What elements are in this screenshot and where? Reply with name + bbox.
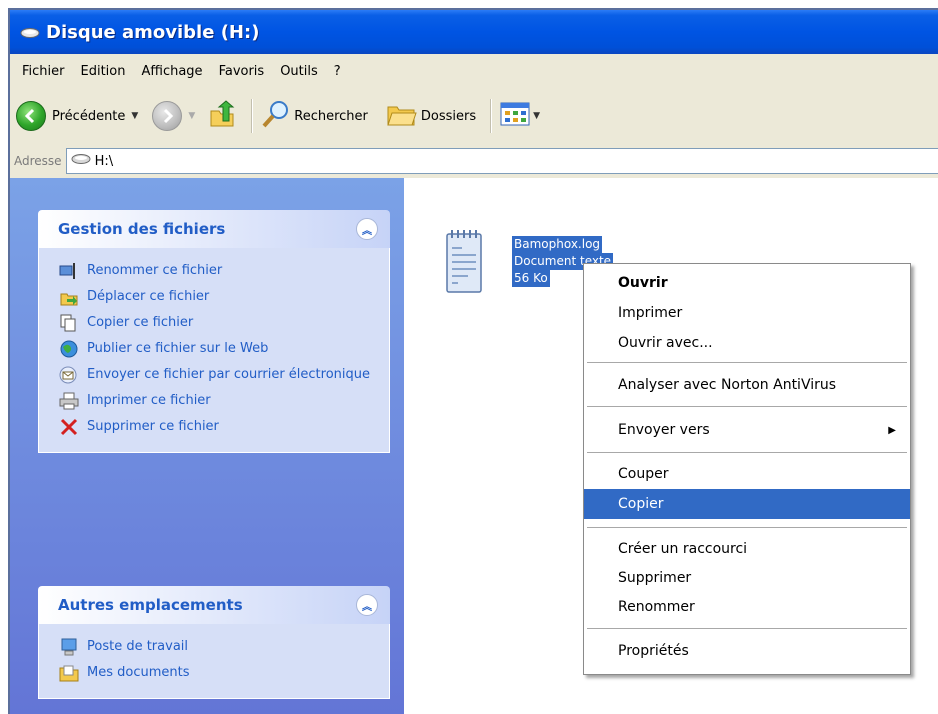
menu-separator xyxy=(587,452,907,453)
menu-norton-scan[interactable]: Analyser avec Norton AntiVirus xyxy=(584,370,910,400)
menu-print[interactable]: Imprimer xyxy=(584,298,910,328)
address-field[interactable]: H:\ xyxy=(65,148,938,174)
menu-separator xyxy=(587,362,907,363)
menu-affichage[interactable]: Affichage xyxy=(133,64,210,79)
toolbar: Précédente ▼ ▼ Rechercher Dossiers ▼ xyxy=(10,88,938,145)
task-move[interactable]: Déplacer ce fichier xyxy=(39,284,389,310)
folders-label: Dossiers xyxy=(420,108,477,124)
submenu-arrow-icon: ▶ xyxy=(888,424,896,436)
file-tasks-title: Gestion des fichiers xyxy=(58,220,226,238)
menu-separator xyxy=(587,406,907,407)
views-button[interactable]: ▼ xyxy=(500,102,540,130)
file-tasks-panel: Gestion des fichiers ︽ Renommer ce fichi… xyxy=(38,210,390,453)
back-dropdown-icon[interactable]: ▼ xyxy=(131,111,138,121)
forward-button[interactable]: ▼ xyxy=(152,101,195,131)
print-icon xyxy=(59,392,79,410)
menu-help[interactable]: ? xyxy=(326,64,349,79)
search-button[interactable]: Rechercher xyxy=(261,99,368,133)
other-places-title: Autres emplacements xyxy=(58,596,243,614)
task-label: Copier ce fichier xyxy=(87,315,194,330)
place-my-documents[interactable]: Mes documents xyxy=(39,660,389,686)
other-places-header[interactable]: Autres emplacements ︽ xyxy=(38,586,390,624)
menu-copy[interactable]: Copier xyxy=(584,489,910,519)
menu-cut[interactable]: Couper xyxy=(584,459,910,489)
menu-delete[interactable]: Supprimer xyxy=(584,563,910,593)
collapse-chevron-icon[interactable]: ︽ xyxy=(356,594,378,616)
window-title: Disque amovible (H:) xyxy=(46,21,260,43)
menu-fichier[interactable]: Fichier xyxy=(14,64,73,79)
collapse-chevron-icon[interactable]: ︽ xyxy=(356,218,378,240)
search-icon xyxy=(261,99,291,133)
task-label: Renommer ce fichier xyxy=(87,263,223,278)
file-tasks-header[interactable]: Gestion des fichiers ︽ xyxy=(38,210,390,248)
task-copy[interactable]: Copier ce fichier xyxy=(39,310,389,336)
task-print[interactable]: Imprimer ce fichier xyxy=(39,388,389,414)
up-folder-button[interactable] xyxy=(207,99,237,133)
task-label: Imprimer ce fichier xyxy=(87,393,211,408)
copy-icon xyxy=(59,314,79,332)
task-label: Supprimer ce fichier xyxy=(87,419,219,434)
menu-separator xyxy=(587,527,907,528)
delete-icon xyxy=(59,418,79,436)
removable-drive-icon xyxy=(20,27,40,38)
text-document-icon[interactable] xyxy=(444,228,484,296)
menu-properties[interactable]: Propriétés xyxy=(584,636,910,666)
task-label: Envoyer ce fichier par courrier électron… xyxy=(87,367,370,382)
menu-edition[interactable]: Edition xyxy=(73,64,134,79)
back-label: Précédente xyxy=(52,108,126,124)
forward-dropdown-icon[interactable]: ▼ xyxy=(188,111,195,121)
file-tasks-list: Renommer ce fichier Déplacer ce fichier … xyxy=(38,248,390,453)
menu-favoris[interactable]: Favoris xyxy=(211,64,273,79)
address-value: H:\ xyxy=(94,153,114,169)
forward-arrow-icon xyxy=(152,101,183,131)
email-icon xyxy=(59,366,79,384)
move-icon xyxy=(59,288,79,306)
toolbar-separator-2 xyxy=(490,99,493,133)
other-places-panel: Autres emplacements ︽ Poste de travail M… xyxy=(38,586,390,699)
folders-icon xyxy=(386,99,418,133)
context-menu: Ouvrir Imprimer Ouvrir avec... Analyser … xyxy=(583,263,911,675)
search-label: Rechercher xyxy=(294,108,368,124)
back-button[interactable]: Précédente ▼ xyxy=(16,101,138,131)
up-folder-icon xyxy=(207,99,237,133)
task-delete[interactable]: Supprimer ce fichier xyxy=(39,414,389,440)
views-dropdown-icon[interactable]: ▼ xyxy=(533,111,540,121)
place-label: Mes documents xyxy=(87,665,190,680)
address-bar: Adresse H:\ xyxy=(10,144,938,179)
task-email[interactable]: Envoyer ce fichier par courrier électron… xyxy=(39,362,389,388)
menu-send-to[interactable]: Envoyer vers ▶ xyxy=(584,415,910,445)
menu-outils[interactable]: Outils xyxy=(272,64,326,79)
file-size: 56 Ko xyxy=(512,270,550,287)
place-label: Poste de travail xyxy=(87,639,189,654)
removable-drive-icon-small xyxy=(71,153,91,169)
toolbar-separator xyxy=(251,99,254,133)
menu-separator xyxy=(587,628,907,629)
views-icon xyxy=(500,102,530,130)
task-label: Publier ce fichier sur le Web xyxy=(87,341,269,356)
rename-icon xyxy=(59,262,79,280)
menu-open-with[interactable]: Ouvrir avec... xyxy=(584,328,910,358)
folders-button[interactable]: Dossiers xyxy=(386,99,476,133)
publish-web-icon xyxy=(59,340,79,358)
menu-create-shortcut[interactable]: Créer un raccourci xyxy=(584,534,910,564)
task-publish-web[interactable]: Publier ce fichier sur le Web xyxy=(39,336,389,362)
computer-icon xyxy=(59,638,79,656)
back-arrow-icon xyxy=(16,101,46,131)
task-label: Déplacer ce fichier xyxy=(87,289,210,304)
other-places-list: Poste de travail Mes documents xyxy=(38,624,390,699)
menu-open[interactable]: Ouvrir xyxy=(584,268,910,298)
address-label: Adresse xyxy=(14,154,62,168)
title-bar[interactable]: Disque amovible (H:) xyxy=(10,10,938,54)
documents-folder-icon xyxy=(59,664,79,682)
task-rename[interactable]: Renommer ce fichier xyxy=(39,258,389,284)
menu-send-to-label: Envoyer vers xyxy=(618,422,710,438)
file-name: Bamophox.log xyxy=(512,236,603,253)
menu-rename[interactable]: Renommer xyxy=(584,592,910,622)
task-pane: Gestion des fichiers ︽ Renommer ce fichi… xyxy=(10,178,404,714)
menu-bar: Fichier Edition Affichage Favoris Outils… xyxy=(10,54,938,89)
place-my-computer[interactable]: Poste de travail xyxy=(39,634,389,660)
